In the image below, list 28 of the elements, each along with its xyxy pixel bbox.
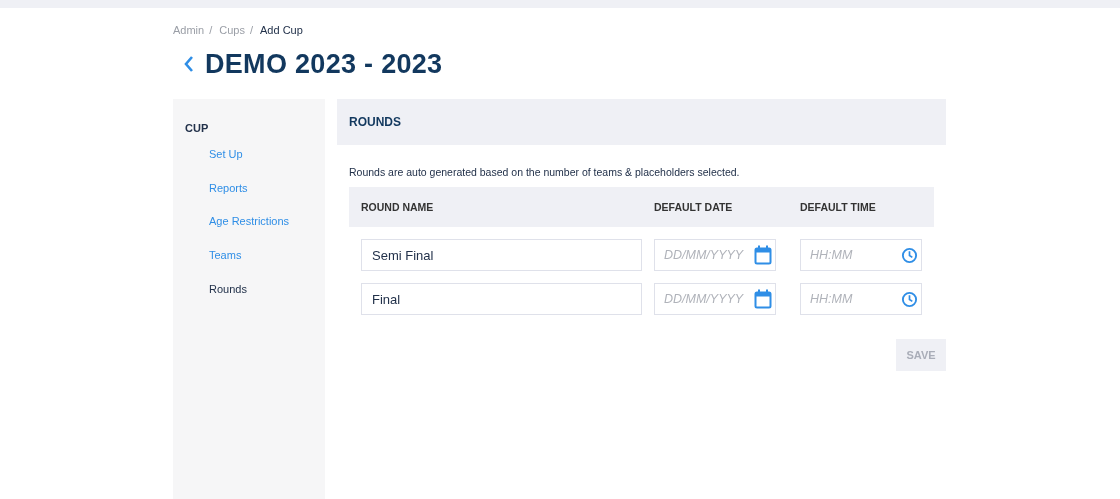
- panel-title: ROUNDS: [349, 115, 401, 129]
- description: Rounds are auto generated based on the number of teams & placeholders selected.: [349, 166, 741, 178]
- time-field[interactable]: HH:MM: [800, 239, 922, 271]
- sidebar-item[interactable]: Rounds: [209, 272, 325, 307]
- column-header: DEFAULT TIME: [800, 201, 876, 213]
- breadcrumb-separator: /: [249, 24, 253, 36]
- column-header: ROUND NAME: [361, 201, 435, 213]
- sidebar-item[interactable]: Teams: [209, 239, 325, 273]
- breadcrumb-link[interactable]: Admin: [173, 24, 205, 36]
- date-field[interactable]: DD/MM/YYYY: [654, 283, 776, 315]
- sidebar-heading: CUP: [185, 122, 210, 134]
- sidebar-item[interactable]: Set Up: [209, 138, 325, 172]
- clock-icon: [901, 290, 918, 308]
- calendar-icon: [754, 289, 772, 309]
- calendar-icon: [754, 245, 772, 265]
- date-field[interactable]: DD/MM/YYYY: [654, 239, 776, 271]
- round-name-field[interactable]: Semi Final: [361, 239, 642, 271]
- page-title: DEMO 2023 - 2023: [205, 48, 443, 80]
- back-chevron-icon[interactable]: [183, 55, 195, 73]
- sidebar-item[interactable]: Age Restrictions: [209, 205, 325, 240]
- round-name-field[interactable]: Final: [361, 283, 642, 315]
- breadcrumb-link[interactable]: Cups: [219, 24, 245, 36]
- clock-icon: [901, 246, 918, 264]
- breadcrumb-link[interactable]: Add Cup: [260, 24, 303, 36]
- time-field[interactable]: HH:MM: [800, 283, 922, 315]
- sidebar-item[interactable]: Reports: [209, 171, 325, 206]
- column-header: DEFAULT DATE: [654, 201, 734, 213]
- breadcrumb-separator: /: [209, 24, 213, 36]
